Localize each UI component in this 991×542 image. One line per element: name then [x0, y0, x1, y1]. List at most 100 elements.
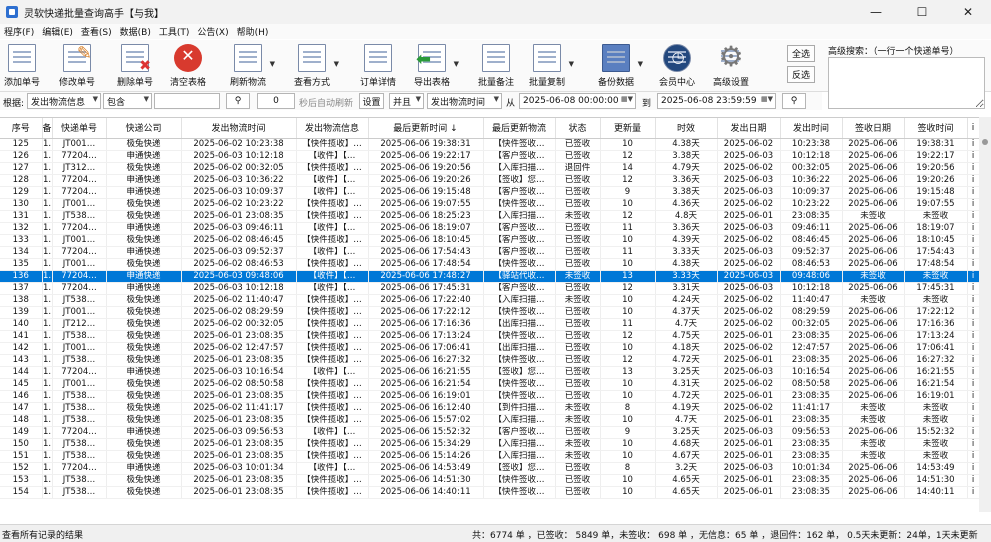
table-row[interactable]: 136 1. 77204… 申通快递 2025-06-03 09:48:06 【收件】【……	[0, 270, 980, 283]
table-row[interactable]: 148 1. JT538… 极兔快递 2025-06-01 23:08:35 【快件揽收】…	[0, 414, 980, 427]
table-row[interactable]: 132 1. 77204… 申通快递 2025-06-03 09:46:11 【收件】【……	[0, 222, 980, 235]
menu-item-6[interactable]: 帮助(H)	[233, 25, 273, 38]
column-header-13[interactable]: 签收日期	[842, 118, 905, 139]
table-row[interactable]: 125 1. JT001… 极兔快递 2025-06-02 10:23:38 【快件揽收】…	[0, 138, 980, 151]
table-cell: 10	[600, 138, 656, 151]
table-row[interactable]: 131 1. JT538… 极兔快递 2025-06-01 23:08:35 【快件揽收】…	[0, 210, 980, 223]
column-header-8[interactable]: 状态	[555, 118, 601, 139]
column-header-1[interactable]: 备	[42, 118, 53, 139]
column-header-15[interactable]: i	[967, 118, 980, 139]
table-row[interactable]: 134 1. 77204… 申通快递 2025-06-03 09:52:37 【收件】【……	[0, 246, 980, 259]
table-row[interactable]: 153 1. JT538… 极兔快递 2025-06-01 23:08:35 【快件揽收】…	[0, 474, 980, 487]
table-row[interactable]: 151 1. JT538… 极兔快递 2025-06-01 23:08:35 【快件揽收】…	[0, 450, 980, 463]
chevron-down-icon[interactable]: ▼	[638, 60, 643, 68]
column-header-7[interactable]: 最后更新物流	[483, 118, 556, 139]
results-table: 序号备快递单号 快递公司 发出物流时间 发出物流信息 最后更新时间 ↓ 最后更新物流 状态更…	[0, 118, 980, 499]
menu-item-1[interactable]: 编辑(E)	[38, 25, 77, 38]
menu-item-5[interactable]: 公告(X)	[193, 25, 232, 38]
table-row[interactable]: 144 1. 77204… 申通快递 2025-06-03 10:16:54 【收件】【……	[0, 366, 980, 379]
logic-select[interactable]: 并且 ▼	[389, 93, 424, 109]
table-row[interactable]: 139 1. JT001… 极兔快递 2025-06-02 08:29:59 【快件揽收】…	[0, 306, 980, 319]
column-header-6[interactable]: 最后更新时间 ↓	[368, 118, 484, 139]
order-detail-button[interactable]: 订单详情	[360, 42, 396, 90]
date-search-button[interactable]: ⚲	[782, 93, 806, 109]
backup-data-button[interactable]: 备份数据 ▼	[598, 42, 643, 90]
table-cell: 09:46:11	[780, 222, 843, 235]
table-row[interactable]: 146 1. JT538… 极兔快递 2025-06-01 23:08:35 【快件揽收】…	[0, 390, 980, 403]
auto-refresh-settings-button[interactable]: 设置	[359, 93, 384, 109]
column-header-5[interactable]: 发出物流信息	[296, 118, 369, 139]
column-header-9[interactable]: 更新量	[600, 118, 656, 139]
minimize-button[interactable]: —	[853, 0, 899, 24]
from-date-picker[interactable]: 2025-06-08 00:00:00 ▦▼	[519, 93, 636, 109]
table-row[interactable]: 127 1. JT312… 极兔快递 2025-06-02 00:32:05 【快件揽收】…	[0, 162, 980, 175]
column-header-4[interactable]: 发出物流时间	[181, 118, 297, 139]
table-row[interactable]: 150 1. JT538… 极兔快递 2025-06-01 23:08:35 【快件揽收】…	[0, 438, 980, 451]
table-row[interactable]: 149 1. 77204… 申通快递 2025-06-03 09:56:53 【收件】【……	[0, 426, 980, 439]
column-header-14[interactable]: 签收时间	[904, 118, 968, 139]
table-cell: 2025-06-02	[717, 162, 781, 175]
member-center-button[interactable]: ◷ 会员中心	[659, 42, 695, 90]
table-row[interactable]: 145 1. JT001… 极兔快递 2025-06-02 08:50:58 【快件揽收】…	[0, 378, 980, 391]
select-all-button[interactable]: 全选	[787, 45, 815, 62]
table-cell: 129	[0, 186, 43, 199]
advanced-search-input[interactable]	[828, 57, 985, 109]
time-field-select[interactable]: 发出物流时间 ▼	[427, 93, 502, 109]
view-mode-button[interactable]: 查看方式 ▼	[294, 42, 339, 90]
table-row[interactable]: 154 1. JT538… 极兔快递 2025-06-01 23:08:35 【快件揽收】…	[0, 486, 980, 499]
table-row[interactable]: 130 1. JT001… 极兔快递 2025-06-02 10:23:22 【快件揽收】…	[0, 198, 980, 211]
filter-field-select[interactable]: 发出物流信息 ▼	[27, 93, 101, 109]
filter-mode-select[interactable]: 包含 ▼	[103, 93, 152, 109]
menu-item-2[interactable]: 查看(S)	[77, 25, 116, 38]
invert-selection-button[interactable]: 反选	[787, 66, 815, 83]
column-header-11[interactable]: 发出日期	[717, 118, 781, 139]
menu-item-0[interactable]: 程序(F)	[0, 25, 38, 38]
column-header-10[interactable]: 时效	[655, 118, 718, 139]
export-table-button[interactable]: ⬅ 导出表格 ▼	[414, 42, 459, 90]
table-row[interactable]: 152 1. 77204… 申通快递 2025-06-03 10:01:34 【收件】【……	[0, 462, 980, 475]
table-row[interactable]: 126 1. 77204… 申通快递 2025-06-03 10:12:18 【收件】【……	[0, 150, 980, 163]
column-header-2[interactable]: 快递单号	[52, 118, 107, 139]
advanced-settings-button[interactable]: ⚙ 高级设置	[713, 40, 749, 90]
table-cell: 138	[0, 294, 43, 307]
table-cell: 极兔快递	[106, 162, 182, 175]
delete-number-button[interactable]: ✖ 删除单号	[117, 42, 153, 90]
vertical-scrollbar[interactable]	[979, 117, 991, 512]
table-row[interactable]: 135 1. JT001… 极兔快递 2025-06-02 08:46:53 【快件揽收】…	[0, 258, 980, 271]
to-date-picker[interactable]: 2025-06-08 23:59:59 ▦▼	[657, 93, 776, 109]
chevron-down-icon[interactable]: ▼	[270, 60, 275, 68]
table-row[interactable]: 133 1. JT001… 极兔快递 2025-06-02 08:46:45 【快件揽收】…	[0, 234, 980, 247]
table-row[interactable]: 129 1. 77204… 申通快递 2025-06-03 10:09:37 【收件】【……	[0, 186, 980, 199]
table-row[interactable]: 147 1. JT538… 极兔快递 2025-06-02 11:41:17 【快件揽收】…	[0, 402, 980, 415]
chevron-down-icon[interactable]: ▼	[334, 60, 339, 68]
table-row[interactable]: 141 1. JT538… 极兔快递 2025-06-01 23:08:35 【快件揽收】…	[0, 330, 980, 343]
search-button[interactable]: ⚲	[226, 93, 250, 109]
table-row[interactable]: 128 1. 77204… 申通快递 2025-06-03 10:36:22 【收件】【……	[0, 174, 980, 187]
chevron-down-icon[interactable]: ▼	[569, 60, 574, 68]
auto-refresh-seconds-input[interactable]: 0	[257, 93, 295, 109]
chevron-down-icon[interactable]: ▼	[454, 60, 459, 68]
add-number-button[interactable]: 添加单号	[4, 42, 40, 90]
scrollbar-thumb[interactable]	[982, 139, 988, 145]
table-cell: 未签收	[555, 294, 601, 307]
table-row[interactable]: 142 1. JT001… 极兔快递 2025-06-02 12:47:57 【快件揽收】…	[0, 342, 980, 355]
batch-remark-button[interactable]: 批量备注	[478, 42, 514, 90]
clear-table-button[interactable]: 清空表格	[170, 42, 206, 90]
table-row[interactable]: 140 1. JT212… 极兔快递 2025-06-02 00:32:05 【快件揽收】…	[0, 318, 980, 331]
table-row[interactable]: 138 1. JT538… 极兔快递 2025-06-02 11:40:47 【快件揽收】…	[0, 294, 980, 307]
menu-item-4[interactable]: 工具(T)	[155, 25, 194, 38]
filter-keyword-input[interactable]	[154, 93, 220, 109]
maximize-button[interactable]: ☐	[899, 0, 945, 24]
close-button[interactable]: ✕	[945, 0, 991, 24]
batch-copy-button[interactable]: 批量复制 ▼	[529, 42, 574, 90]
column-header-12[interactable]: 发出时间	[780, 118, 843, 139]
table-cell: 【驿站代收…	[483, 270, 556, 283]
refresh-logistics-button[interactable]: 刷新物流 ▼	[230, 42, 275, 90]
table-row[interactable]: 137 1. 77204… 申通快递 2025-06-03 10:12:18 【收件】【……	[0, 282, 980, 295]
menu-item-3[interactable]: 数据(B)	[116, 25, 155, 38]
column-header-3[interactable]: 快递公司	[106, 118, 182, 139]
table-row[interactable]: 143 1. JT538… 极兔快递 2025-06-01 23:08:35 【快件揽收】…	[0, 354, 980, 367]
table-cell: 4.36天	[655, 198, 718, 211]
edit-number-button[interactable]: ✎ 修改单号	[59, 42, 95, 90]
column-header-0[interactable]: 序号	[0, 118, 43, 139]
